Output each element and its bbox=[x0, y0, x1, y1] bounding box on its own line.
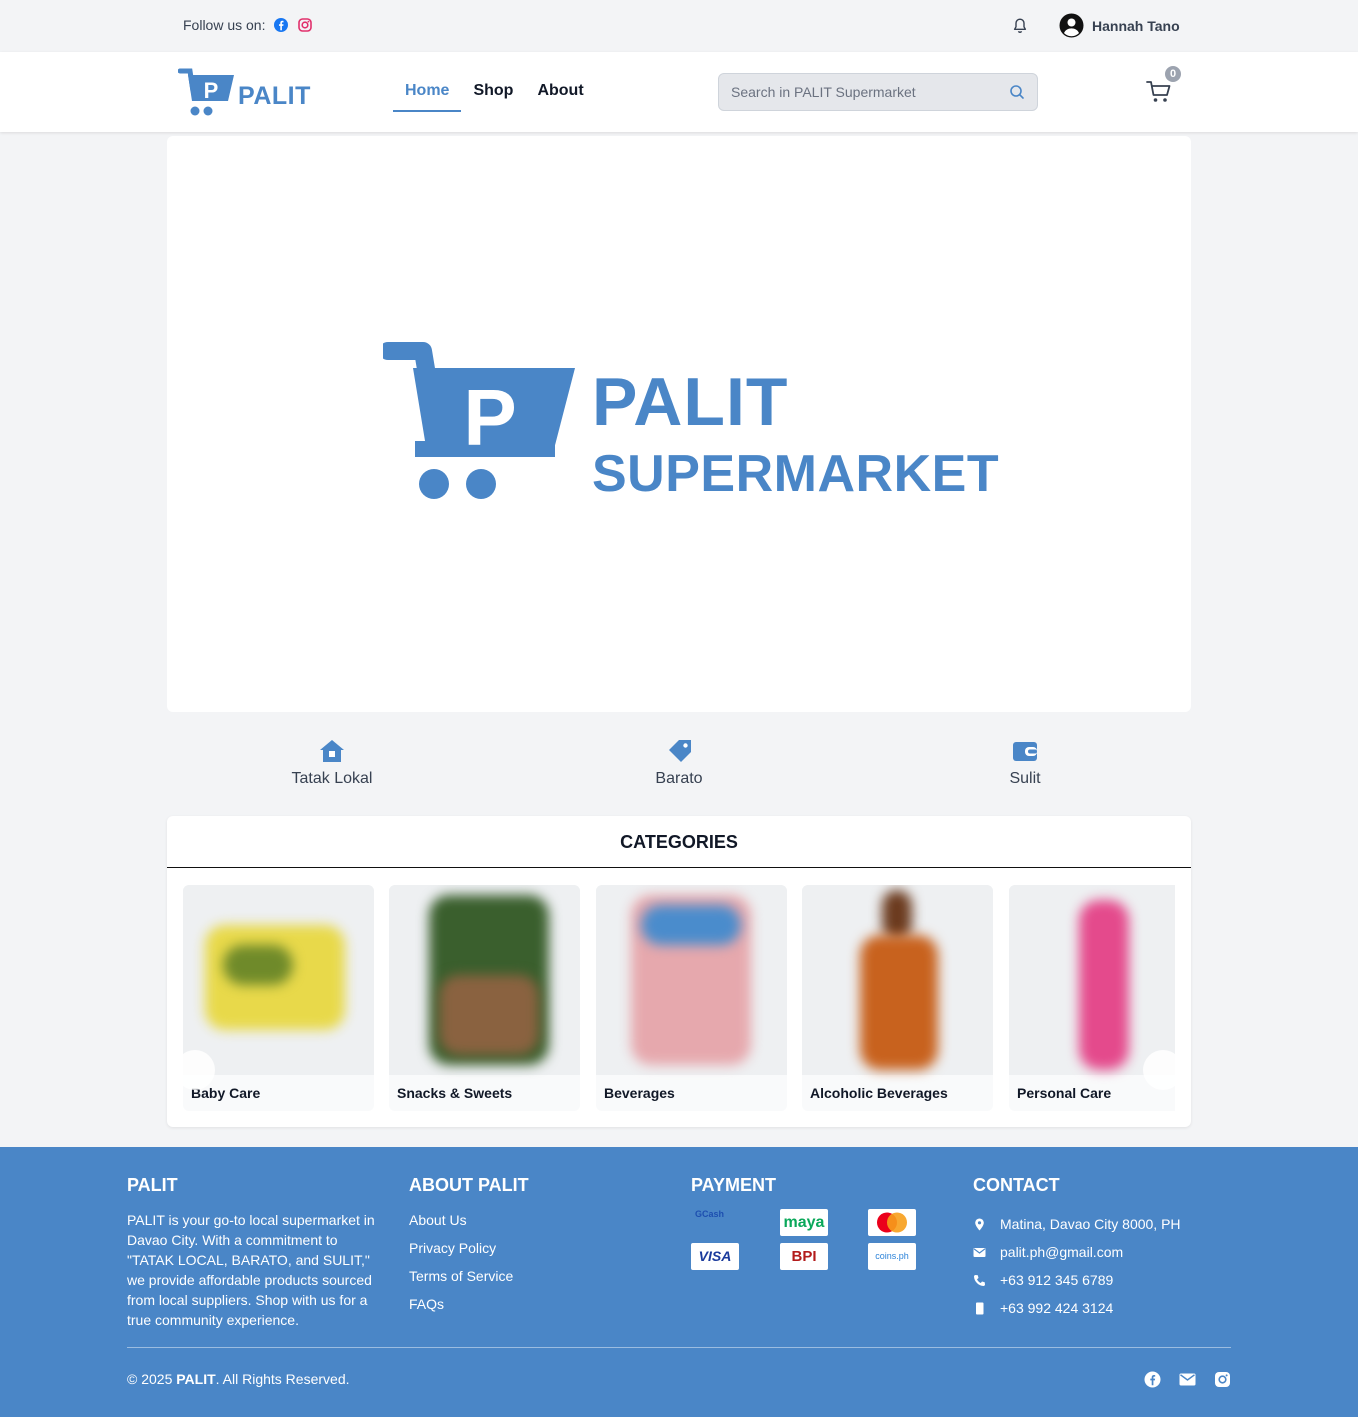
site-footer: PALIT PALIT is your go-to local supermar… bbox=[0, 1147, 1358, 1417]
nav-home[interactable]: Home bbox=[393, 80, 462, 112]
follow-us: Follow us on: bbox=[183, 17, 313, 33]
footer-link-about-us[interactable]: About Us bbox=[409, 1210, 529, 1238]
feature-tatak-lokal: Tatak Lokal bbox=[252, 730, 412, 788]
copyright-suffix: . All Rights Reserved. bbox=[215, 1371, 350, 1387]
footer-social bbox=[1144, 1371, 1231, 1388]
search-input[interactable] bbox=[719, 74, 999, 110]
search-box bbox=[718, 73, 1038, 111]
wallet-icon bbox=[1013, 742, 1037, 761]
bpi-logo: BPI bbox=[780, 1243, 828, 1270]
svg-text:P: P bbox=[204, 78, 219, 103]
contact-phone: +63 912 345 6789 bbox=[973, 1266, 1181, 1294]
category-name: Beverages bbox=[604, 1085, 675, 1101]
footer-payment: PAYMENT GCash maya VISA BPI coins.ph bbox=[691, 1175, 931, 1295]
visa-logo: VISA bbox=[691, 1243, 739, 1270]
main-navbar: P PALIT Home Shop About bbox=[0, 52, 1358, 132]
category-card[interactable]: Beverages bbox=[596, 885, 787, 1111]
search-icon[interactable] bbox=[1009, 84, 1025, 100]
coinsph-logo: coins.ph bbox=[868, 1243, 916, 1270]
house-icon bbox=[320, 740, 344, 762]
contact-address: Matina, Davao City 8000, PH bbox=[973, 1210, 1181, 1238]
feature-barato: Barato bbox=[599, 730, 759, 788]
mobile-icon bbox=[976, 1302, 984, 1314]
location-pin-icon bbox=[975, 1218, 984, 1230]
footer-payment-title: PAYMENT bbox=[691, 1175, 777, 1195]
nav-shop[interactable]: Shop bbox=[461, 80, 525, 112]
categories-title: CATEGORIES bbox=[167, 816, 1191, 868]
footer-contact-title: CONTACT bbox=[973, 1175, 1060, 1195]
category-name: Alcoholic Beverages bbox=[810, 1085, 948, 1101]
top-bar: Follow us on: Hannah Tano bbox=[0, 0, 1358, 52]
hero-banner: P PALIT SUPERMARKET bbox=[167, 136, 1191, 712]
category-card[interactable]: Snacks & Sweets bbox=[389, 885, 580, 1111]
brand-name: PALIT bbox=[238, 81, 311, 110]
svg-text:P: P bbox=[463, 373, 516, 462]
user-menu[interactable]: Hannah Tano bbox=[1059, 13, 1180, 38]
footer-links-title: ABOUT PALIT bbox=[409, 1175, 529, 1195]
phone-icon bbox=[974, 1274, 985, 1286]
hero-brand-line2: SUPERMARKET bbox=[592, 445, 1000, 503]
category-image bbox=[1009, 885, 1175, 1075]
cart-logo-icon: P bbox=[178, 68, 234, 116]
feature-label: Barato bbox=[655, 770, 703, 787]
carousel-next-button[interactable] bbox=[1143, 1050, 1175, 1090]
copyright-brand: PALIT bbox=[176, 1371, 216, 1387]
contact-phone-text: +63 912 345 6789 bbox=[1000, 1272, 1114, 1288]
nav-about[interactable]: About bbox=[525, 80, 595, 112]
footer-about: PALIT PALIT is your go-to local supermar… bbox=[127, 1175, 379, 1330]
category-name: Snacks & Sweets bbox=[397, 1085, 513, 1101]
footer-link-privacy[interactable]: Privacy Policy bbox=[409, 1238, 529, 1266]
follow-label: Follow us on: bbox=[183, 17, 266, 33]
footer-about-text: PALIT is your go-to local supermarket in… bbox=[127, 1212, 375, 1328]
maya-logo: maya bbox=[780, 1209, 828, 1236]
gcash-logo: GCash bbox=[695, 1209, 725, 1219]
bell-icon[interactable] bbox=[1012, 17, 1028, 35]
contact-mobile: +63 992 424 3124 bbox=[973, 1294, 1181, 1322]
mail-icon[interactable] bbox=[1179, 1371, 1196, 1388]
feature-label: Sulit bbox=[1009, 770, 1041, 787]
category-image bbox=[389, 885, 580, 1075]
facebook-icon[interactable] bbox=[1144, 1371, 1161, 1388]
facebook-icon[interactable] bbox=[273, 17, 289, 33]
main-nav: Home Shop About bbox=[393, 80, 596, 112]
category-image bbox=[802, 885, 993, 1075]
hero-brand-line1: PALIT bbox=[592, 364, 789, 440]
category-image bbox=[596, 885, 787, 1075]
tag-icon bbox=[669, 740, 691, 762]
footer-link-faqs[interactable]: FAQs bbox=[409, 1294, 529, 1322]
copyright: © 2025 PALIT. All Rights Reserved. bbox=[127, 1371, 350, 1387]
footer-links: ABOUT PALIT About Us Privacy Policy Term… bbox=[409, 1175, 529, 1322]
footer-about-title: PALIT bbox=[127, 1175, 178, 1195]
categories-carousel: Baby Care Snacks & Sweets Beverages Alco… bbox=[183, 885, 1175, 1111]
footer-contact: CONTACT Matina, Davao City 8000, PH pali… bbox=[973, 1175, 1181, 1322]
footer-divider bbox=[127, 1347, 1231, 1348]
category-card[interactable]: Alcoholic Beverages bbox=[802, 885, 993, 1111]
avatar-icon bbox=[1059, 13, 1084, 38]
mail-icon bbox=[973, 1247, 986, 1257]
cart-icon[interactable] bbox=[1146, 80, 1172, 104]
contact-email-text[interactable]: palit.ph@gmail.com bbox=[1000, 1244, 1123, 1260]
cart-count-badge: 0 bbox=[1165, 66, 1181, 82]
user-name: Hannah Tano bbox=[1092, 17, 1180, 34]
copyright-prefix: © 2025 bbox=[127, 1371, 177, 1387]
category-name: Personal Care bbox=[1017, 1085, 1112, 1101]
brand-logo[interactable]: P PALIT bbox=[178, 67, 311, 117]
contact-address-text: Matina, Davao City 8000, PH bbox=[1000, 1216, 1181, 1232]
mastercard-logo bbox=[868, 1209, 916, 1236]
instagram-icon[interactable] bbox=[297, 17, 313, 33]
contact-email: palit.ph@gmail.com bbox=[973, 1238, 1181, 1266]
footer-link-terms[interactable]: Terms of Service bbox=[409, 1266, 529, 1294]
contact-mobile-text: +63 992 424 3124 bbox=[1000, 1300, 1114, 1316]
features-row: Tatak Lokal Barato Sulit bbox=[167, 730, 1191, 800]
categories-section: CATEGORIES Baby Care Snacks & Sweets Bev… bbox=[167, 816, 1191, 1127]
instagram-icon[interactable] bbox=[1214, 1371, 1231, 1388]
feature-label: Tatak Lokal bbox=[291, 770, 373, 787]
feature-sulit: Sulit bbox=[945, 730, 1105, 788]
category-image bbox=[183, 885, 374, 1075]
